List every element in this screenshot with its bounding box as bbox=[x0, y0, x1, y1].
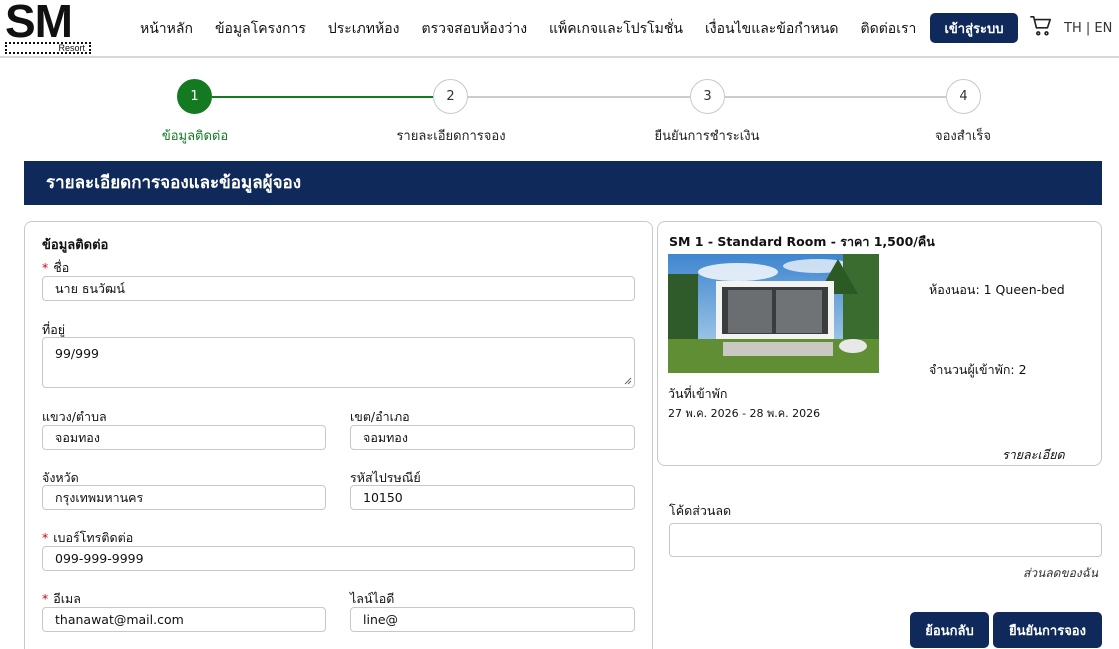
required-mark: * bbox=[42, 260, 49, 275]
logo-subtext: Resort bbox=[5, 42, 91, 54]
address-value: 99/999 bbox=[55, 346, 99, 361]
district-input[interactable]: จอมทอง bbox=[350, 425, 635, 450]
nav-item-contact[interactable]: ติดต่อเรา bbox=[861, 18, 917, 40]
confirm-booking-button[interactable]: ยืนยันการจอง bbox=[993, 612, 1102, 648]
nav-item-project-info[interactable]: ข้อมูลโครงการ bbox=[215, 18, 306, 40]
step-4-label: จองสำเร็จ bbox=[934, 129, 992, 144]
language-switcher[interactable]: TH | EN bbox=[1064, 21, 1112, 36]
district-label: เขต/อำเภอ bbox=[350, 409, 410, 424]
room-title: SM 1 - Standard Room - ราคา 1,500/คืน bbox=[669, 234, 935, 249]
line-id-label: ไลน์ไอดี bbox=[350, 591, 395, 606]
room-detail-link[interactable]: รายละเอียด bbox=[1002, 445, 1065, 465]
province-input[interactable]: กรุงเทพมหานคร bbox=[42, 485, 326, 510]
email-label: * อีเมล bbox=[42, 589, 81, 609]
nav-item-home[interactable]: หน้าหลัก bbox=[140, 18, 193, 40]
subdistrict-label: แขวง/ตำบล bbox=[42, 409, 107, 424]
address-textarea[interactable]: 99/999 bbox=[42, 337, 635, 388]
phone-label: * เบอร์โทรติดต่อ bbox=[42, 528, 133, 548]
stay-dates: 27 พ.ค. 2026 - 28 พ.ค. 2026 bbox=[668, 407, 821, 420]
room-guest-info: จำนวนผู้เข้าพัก: 2 bbox=[929, 362, 1027, 377]
step-4-circle: 4 bbox=[946, 79, 981, 114]
logo[interactable]: SM Resort bbox=[5, 0, 93, 54]
name-label: * ชื่อ bbox=[42, 258, 69, 278]
discount-code-input[interactable] bbox=[669, 523, 1102, 557]
step-connector-1 bbox=[212, 96, 433, 98]
step-2-circle: 2 bbox=[433, 79, 468, 114]
step-3-label: ยืนยันการชำระเงิน bbox=[654, 129, 760, 144]
checkin-label: วันที่เข้าพัก bbox=[668, 386, 728, 401]
phone-input[interactable]: 099-999-9999 bbox=[42, 546, 635, 571]
name-label-text: ชื่อ bbox=[53, 260, 70, 275]
email-label-text: อีเมล bbox=[53, 591, 81, 606]
my-discounts-link[interactable]: ส่วนลดของฉัน bbox=[1023, 564, 1098, 583]
phone-label-text: เบอร์โทรติดต่อ bbox=[53, 530, 134, 545]
name-input[interactable]: นาย ธนวัฒน์ bbox=[42, 276, 635, 301]
login-button[interactable]: เข้าสู่ระบบ bbox=[930, 13, 1018, 43]
form-heading: ข้อมูลติดต่อ bbox=[42, 238, 109, 253]
resize-grip-icon[interactable] bbox=[624, 377, 632, 385]
step-connector-3 bbox=[725, 96, 946, 98]
step-3-circle: 3 bbox=[690, 79, 725, 114]
line-id-input[interactable]: line@ bbox=[350, 607, 635, 632]
step-connector-2 bbox=[468, 96, 690, 98]
logo-text: SM bbox=[5, 0, 73, 47]
required-mark: * bbox=[42, 591, 49, 606]
postcode-input[interactable]: 10150 bbox=[350, 485, 635, 510]
main-nav: หน้าหลัก ข้อมูลโครงการ ประเภทห้อง ตรวจสอ… bbox=[140, 18, 938, 40]
required-mark: * bbox=[42, 530, 49, 545]
step-2-label: รายละเอียดการจอง bbox=[396, 129, 506, 144]
email-input[interactable]: thanawat@mail.com bbox=[42, 607, 326, 632]
nav-item-packages[interactable]: แพ็คเกจและโปรโมชั่น bbox=[549, 18, 683, 40]
back-button[interactable]: ย้อนกลับ bbox=[910, 612, 989, 648]
room-bed-info: ห้องนอน: 1 Queen-bed bbox=[929, 282, 1065, 297]
cart-icon[interactable] bbox=[1030, 15, 1052, 37]
page-title: รายละเอียดการจองและข้อมูลผู้จอง bbox=[24, 161, 1102, 205]
step-1-label: ข้อมูลติดต่อ bbox=[161, 129, 229, 144]
step-1-circle: 1 bbox=[177, 79, 212, 114]
nav-item-terms[interactable]: เงื่อนไขและข้อกำหนด bbox=[705, 18, 839, 40]
room-photo bbox=[668, 254, 879, 373]
subdistrict-input[interactable]: จอมทอง bbox=[42, 425, 326, 450]
nav-item-room-types[interactable]: ประเภทห้อง bbox=[328, 18, 400, 40]
site-header: SM Resort หน้าหลัก ข้อมูลโครงการ ประเภทห… bbox=[0, 0, 1119, 58]
discount-label: โค้ดส่วนลด bbox=[669, 503, 732, 518]
nav-item-availability[interactable]: ตรวจสอบห้องว่าง bbox=[421, 18, 527, 40]
